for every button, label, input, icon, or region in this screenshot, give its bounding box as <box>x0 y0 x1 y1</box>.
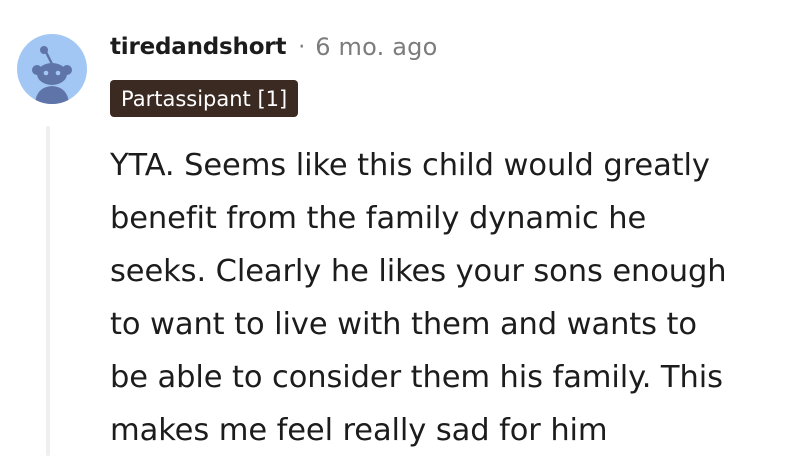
thread-collapse-line[interactable] <box>46 126 50 456</box>
user-flair-badge: Partassipant [1] <box>110 80 299 117</box>
comment-meta: tiredandshort · 6 mo. ago <box>110 30 437 64</box>
comment-body-line: benefit from the family dynamic he <box>110 201 647 236</box>
timestamp-link[interactable]: 6 mo. ago <box>315 33 437 61</box>
comment-body-line: to want to live with them and wants to <box>110 307 697 342</box>
comment-body: YTA. Seems like this child would greatly… <box>110 139 800 457</box>
user-avatar[interactable] <box>17 34 87 104</box>
comment: tiredandshort · 6 mo. ago Partassipant [… <box>0 0 812 456</box>
comment-body-line: seeks. Clearly he likes your sons enough <box>110 254 727 289</box>
username-link[interactable]: tiredandshort <box>110 34 286 60</box>
reddit-snoo-avatar-icon <box>32 46 72 104</box>
comment-body-line: makes me feel really sad for him <box>110 413 608 448</box>
comment-body-line: be able to consider them his family. Thi… <box>110 360 723 395</box>
comment-body-line: YTA. Seems like this child would greatly <box>110 148 710 183</box>
meta-separator: · <box>298 34 306 60</box>
